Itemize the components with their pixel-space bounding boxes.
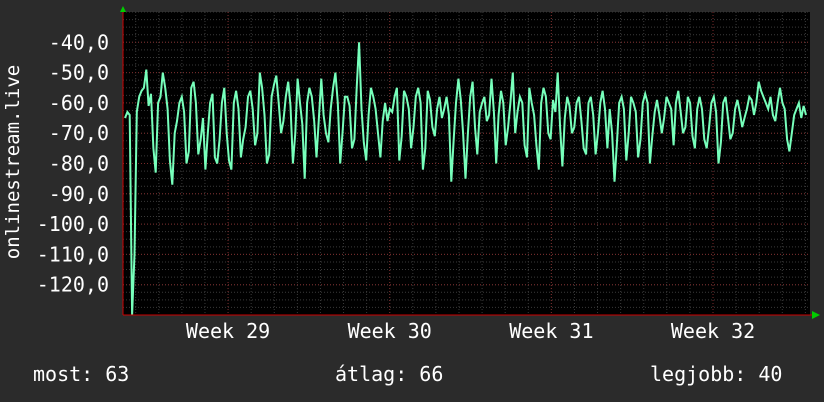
x-tick-label: Week 29 <box>186 319 270 343</box>
y-tick-label: -60,0 <box>49 91 109 115</box>
stat-best: legjobb: 40 <box>650 362 783 386</box>
y-tick-label: -80,0 <box>49 152 109 176</box>
stat-average: átlag: 66 <box>335 362 444 386</box>
x-tick-label: Week 30 <box>348 319 432 343</box>
y-tick-label: -120,0 <box>37 273 109 297</box>
y-tick-label: -70,0 <box>49 121 109 145</box>
x-axis-ticks: Week 29 Week 30 Week 31 Week 32 <box>186 319 755 343</box>
y-tick-label: -40,0 <box>49 30 109 54</box>
y-tick-label: -90,0 <box>49 182 109 206</box>
y-tick-label: -100,0 <box>37 212 109 236</box>
y-axis-ticks: -40,0 -50,0 -60,0 -70,0 -80,0 -90,0 -100,0 -110… <box>37 30 109 296</box>
y-axis-label: onlinestream.live <box>2 65 24 259</box>
x-tick-label: Week 31 <box>509 319 593 343</box>
x-axis-arrow <box>812 311 820 319</box>
x-tick-label: Week 32 <box>671 319 755 343</box>
y-tick-label: -110,0 <box>37 242 109 266</box>
y-tick-label: -50,0 <box>49 61 109 85</box>
line-chart: -40,0 -50,0 -60,0 -70,0 -80,0 -90,0 -100,0 -110… <box>2 6 820 343</box>
stat-current: most: 63 <box>33 362 130 386</box>
y-axis-arrow <box>120 6 126 12</box>
